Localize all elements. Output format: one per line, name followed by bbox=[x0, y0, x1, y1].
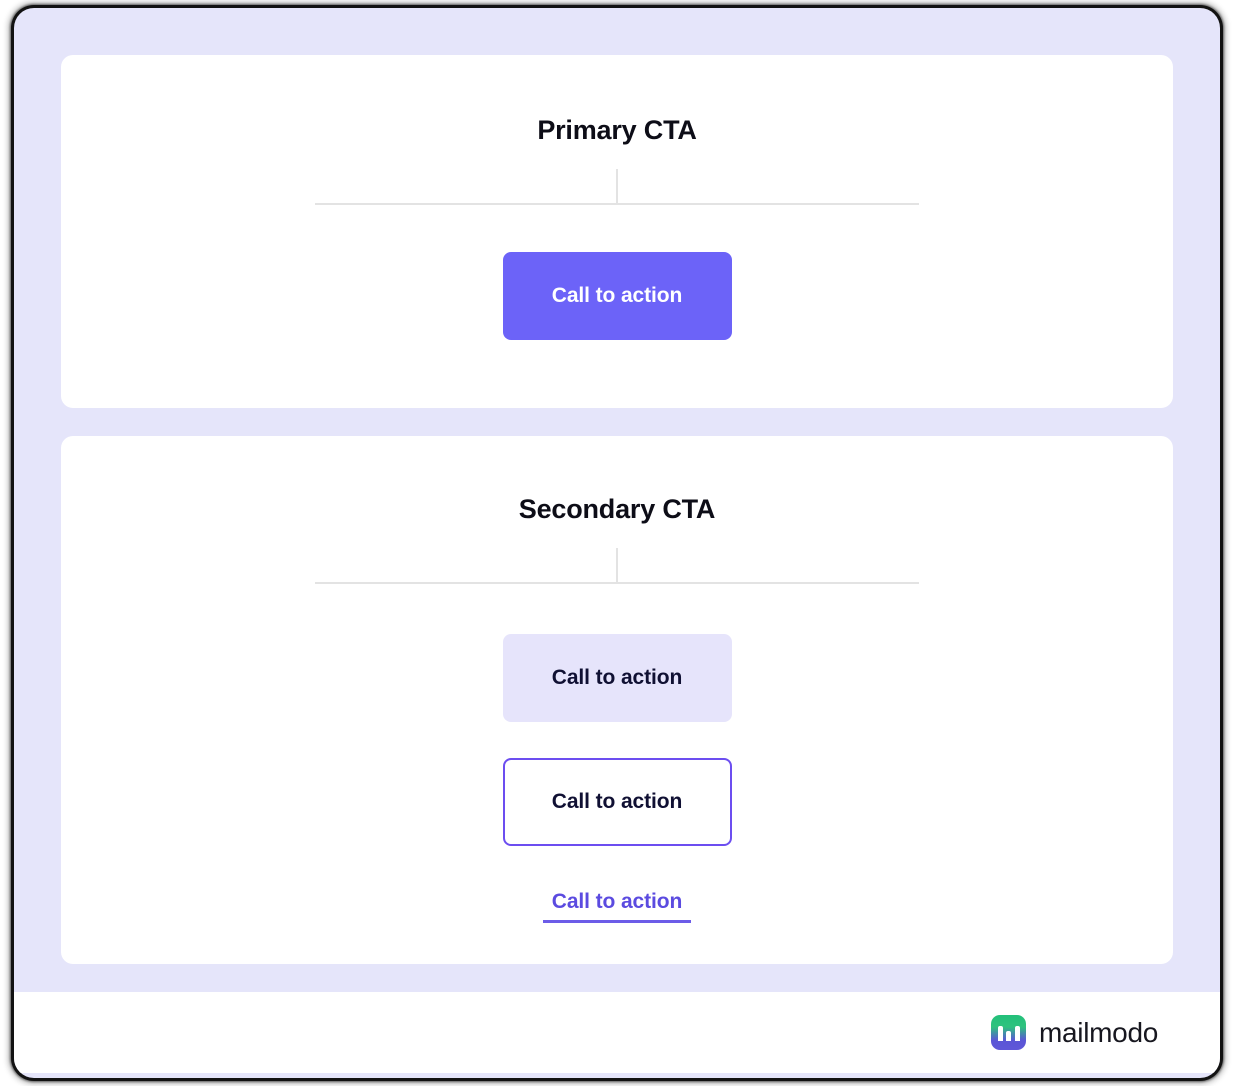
brand: mailmodo bbox=[991, 1015, 1158, 1050]
divider-rule bbox=[315, 582, 919, 584]
brand-wordmark: mailmodo bbox=[1039, 1016, 1158, 1048]
secondary-link-call-to-action-button[interactable]: Call to action bbox=[543, 890, 691, 923]
footer-bar: mailmodo bbox=[14, 992, 1220, 1073]
primary-cta-title: Primary CTA bbox=[537, 115, 697, 145]
secondary-section-divider bbox=[315, 544, 919, 600]
secondary-cta-title: Secondary CTA bbox=[518, 494, 716, 524]
primary-call-to-action-button[interactable]: Call to action bbox=[502, 252, 732, 340]
logo-bar bbox=[997, 1026, 1003, 1041]
preview-frame: Primary CTA Call to action Secondary CTA… bbox=[14, 8, 1220, 1078]
divider-tick-icon bbox=[616, 548, 618, 583]
screen-root: Primary CTA Call to action Secondary CTA… bbox=[0, 0, 1234, 1086]
secondary-cta-card: Secondary CTA Call to action Call to act… bbox=[61, 436, 1173, 964]
logo-bar bbox=[1014, 1026, 1020, 1041]
mailmodo-logo-icon bbox=[991, 1015, 1027, 1050]
logo-bar bbox=[1006, 1031, 1012, 1041]
primary-section-divider bbox=[315, 165, 919, 221]
secondary-soft-call-to-action-button[interactable]: Call to action bbox=[502, 634, 732, 722]
primary-cta-card: Primary CTA Call to action bbox=[61, 55, 1173, 408]
secondary-outline-call-to-action-button[interactable]: Call to action bbox=[502, 758, 732, 846]
divider-tick-icon bbox=[616, 169, 618, 204]
divider-rule bbox=[315, 203, 919, 205]
